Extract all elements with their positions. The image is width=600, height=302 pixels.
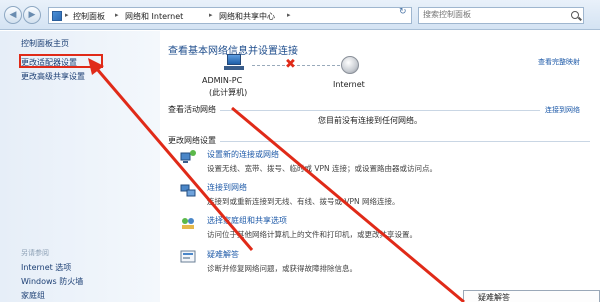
change-advanced-sharing-link[interactable]: 更改高级共享设置 (21, 71, 85, 82)
homegroup-sharing-link[interactable]: 选择家庭组和共享选项 (207, 215, 287, 226)
internet-globe-icon (341, 56, 359, 74)
forward-button[interactable]: ▶ (23, 6, 41, 24)
search-icon[interactable] (571, 11, 579, 19)
connection-line (252, 65, 340, 66)
chevron-right-icon: ▸ (65, 11, 69, 19)
left-navigation-pane: 控制面板主页 更改适配器设置 更改高级共享设置 另请参阅 Internet 选项… (0, 31, 160, 302)
connect-to-network-desc: 连接到或重新连接到无线、有线、拨号或 VPN 网络连接。 (207, 197, 400, 206)
divider (220, 141, 590, 142)
divider (220, 110, 540, 111)
internet-label: Internet (333, 80, 365, 89)
computer-name: ADMIN-PC (202, 76, 243, 85)
new-connection-icon (180, 150, 196, 163)
chevron-right-icon: ▸ (209, 11, 213, 19)
troubleshoot-tooltip: 疑难解答 (463, 290, 600, 302)
connect-network-icon (180, 184, 196, 197)
chevron-right-icon: ▸ (287, 11, 291, 19)
full-map-link[interactable]: 查看完整映射 (538, 57, 580, 67)
homegroup-link[interactable]: 家庭组 (21, 290, 45, 301)
breadcrumb[interactable]: ▸ 控制面板 ▸ 网络和 Internet ▸ 网络和共享中心 ▸ (48, 7, 412, 24)
back-button[interactable]: ◀ (4, 6, 22, 24)
internet-options-link[interactable]: Internet 选项 (21, 262, 71, 273)
windows-firewall-link[interactable]: Windows 防火墙 (21, 276, 83, 287)
computer-icon (221, 54, 247, 72)
computer-subtitle: (此计算机) (209, 88, 248, 97)
connect-to-network-task-link[interactable]: 连接到网络 (207, 182, 247, 193)
control-panel-home-link[interactable]: 控制面板主页 (21, 38, 69, 49)
tooltip-text: 疑难解答 (478, 293, 510, 302)
troubleshoot-desc: 诊断并修复网络问题，或获得故障排除信息。 (207, 264, 357, 273)
main-content: 查看基本网络信息并设置连接 查看完整映射 ADMIN-PC (此计算机) ✖ I… (160, 31, 600, 302)
setup-new-connection-link[interactable]: 设置新的连接或网络 (207, 149, 279, 160)
troubleshoot-icon (180, 250, 196, 263)
breadcrumb-item-network-internet[interactable]: 网络和 Internet (125, 11, 183, 22)
search-box[interactable] (418, 7, 584, 24)
chevron-right-icon: ▸ (115, 11, 119, 19)
breadcrumb-item-control-panel[interactable]: 控制面板 (73, 11, 105, 22)
active-networks-heading: 查看活动网络 (168, 105, 216, 114)
see-also-heading: 另请参阅 (21, 249, 49, 257)
highlight-box (19, 54, 103, 68)
homegroup-sharing-icon (182, 218, 194, 229)
change-settings-heading: 更改网络设置 (168, 136, 216, 145)
search-input[interactable] (423, 10, 563, 19)
homegroup-sharing-desc: 访问位于其他网络计算机上的文件和打印机，或更改共享设置。 (207, 230, 417, 239)
troubleshoot-link[interactable]: 疑难解答 (207, 249, 239, 260)
disconnected-x-icon: ✖ (285, 57, 296, 72)
forward-arrow-icon: ▶ (28, 10, 36, 20)
connect-to-network-link[interactable]: 连接到网络 (545, 105, 580, 115)
refresh-icon[interactable]: ↻ (399, 7, 407, 17)
address-bar: ◀ ▶ ▸ 控制面板 ▸ 网络和 Internet ▸ 网络和共享中心 ▸ ↻ (0, 0, 600, 30)
network-status-text: 您目前没有连接到任何网络。 (318, 116, 422, 125)
back-arrow-icon: ◀ (9, 10, 17, 20)
breadcrumb-item-network-sharing[interactable]: 网络和共享中心 (219, 11, 275, 22)
setup-new-connection-desc: 设置无线、宽带、拨号、临时或 VPN 连接；或设置路由器或访问点。 (207, 164, 438, 173)
control-panel-icon (52, 11, 62, 21)
